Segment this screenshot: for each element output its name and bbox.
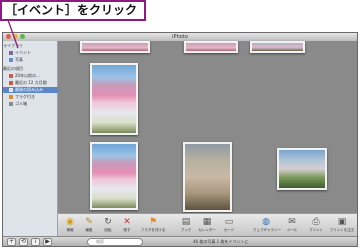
callout-pointer [7,19,19,49]
